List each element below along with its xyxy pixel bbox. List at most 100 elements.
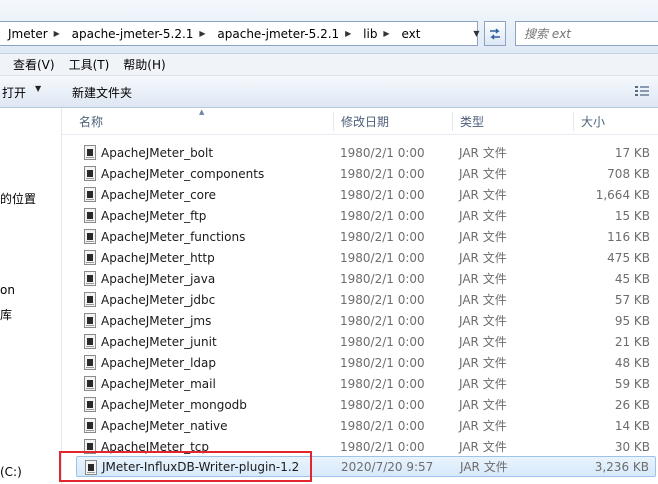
file-type: JAR 文件 bbox=[459, 272, 507, 286]
file-row[interactable]: ApacheJMeter_junit 1980/2/1 0:00 JAR 文件 … bbox=[76, 331, 656, 352]
file-size: 475 KB bbox=[607, 250, 650, 265]
column-header-type[interactable]: 类型 bbox=[453, 108, 574, 135]
file-type: JAR 文件 bbox=[459, 398, 507, 412]
open-button[interactable]: 打开 bbox=[2, 84, 26, 101]
file-name: ApacheJMeter_http bbox=[101, 250, 215, 265]
file-date: 1980/2/1 0:00 bbox=[340, 439, 425, 454]
file-name: ApacheJMeter_ldap bbox=[101, 355, 216, 370]
file-type: JAR 文件 bbox=[459, 440, 507, 454]
breadcrumb-lib[interactable]: lib bbox=[355, 22, 379, 45]
file-list: ApacheJMeter_bolt 1980/2/1 0:00 JAR 文件 1… bbox=[62, 136, 658, 484]
file-name: ApacheJMeter_bolt bbox=[101, 145, 214, 160]
breadcrumb-apache-jmeter-outer[interactable]: apache-jmeter-5.2.1 bbox=[64, 22, 196, 45]
nav-item-partial[interactable]: on bbox=[0, 283, 15, 297]
jar-file-icon bbox=[84, 292, 96, 307]
file-row[interactable]: ApacheJMeter_native 1980/2/1 0:00 JAR 文件… bbox=[76, 415, 656, 436]
refresh-button[interactable] bbox=[484, 21, 506, 46]
file-type: JAR 文件 bbox=[459, 356, 507, 370]
file-name: ApacheJMeter_tcp bbox=[101, 439, 209, 454]
navigation-pane: 的位置 on 库 (C:) bbox=[0, 108, 62, 484]
file-row[interactable]: ApacheJMeter_jdbc 1980/2/1 0:00 JAR 文件 5… bbox=[76, 289, 656, 310]
file-size: 21 KB bbox=[614, 334, 650, 349]
menu-view[interactable]: 查看(V) bbox=[0, 56, 62, 73]
file-row[interactable]: ApacheJMeter_components 1980/2/1 0:00 JA… bbox=[76, 163, 656, 184]
file-size: 15 KB bbox=[614, 208, 650, 223]
file-row[interactable]: ApacheJMeter_functions 1980/2/1 0:00 JAR… bbox=[76, 226, 656, 247]
file-row[interactable]: ApacheJMeter_java 1980/2/1 0:00 JAR 文件 4… bbox=[76, 268, 656, 289]
file-date: 1980/2/1 0:00 bbox=[340, 376, 425, 391]
file-row[interactable]: ApacheJMeter_ftp 1980/2/1 0:00 JAR 文件 15… bbox=[76, 205, 656, 226]
file-name: ApacheJMeter_jms bbox=[101, 313, 212, 328]
file-type: JAR 文件 bbox=[459, 188, 507, 202]
breadcrumb-ext[interactable]: ext bbox=[393, 22, 422, 45]
file-type: JAR 文件 bbox=[459, 209, 507, 223]
sort-ascending-icon: ▲ bbox=[199, 108, 205, 116]
menu-help[interactable]: 帮助(H) bbox=[116, 56, 172, 73]
search-input[interactable] bbox=[524, 26, 634, 41]
open-dropdown-icon[interactable]: ▼ bbox=[35, 84, 41, 93]
jar-file-icon bbox=[84, 355, 96, 370]
file-size: 26 KB bbox=[614, 397, 650, 412]
column-header-date[interactable]: 修改日期 bbox=[334, 108, 453, 135]
file-row[interactable]: ApacheJMeter_mongodb 1980/2/1 0:00 JAR 文… bbox=[76, 394, 656, 415]
column-header-type-label: 类型 bbox=[460, 114, 485, 129]
column-header-size-label: 大小 bbox=[581, 114, 606, 129]
file-date: 1980/2/1 0:00 bbox=[340, 208, 425, 223]
new-folder-button[interactable]: 新建文件夹 bbox=[72, 84, 132, 101]
file-row-selected[interactable]: JMeter-InfluxDB-Writer-plugin-1.2 2020/7… bbox=[76, 456, 656, 477]
breadcrumb-separator-icon[interactable]: ▶ bbox=[341, 22, 355, 45]
jar-file-icon bbox=[84, 334, 96, 349]
breadcrumb-separator-icon[interactable]: ▶ bbox=[50, 22, 64, 45]
column-header-size[interactable]: 大小 bbox=[574, 108, 658, 135]
file-name: ApacheJMeter_functions bbox=[101, 229, 246, 244]
file-type: JAR 文件 bbox=[459, 293, 507, 307]
breadcrumb-separator-icon[interactable]: ▶ bbox=[195, 22, 209, 45]
address-bar[interactable]: Jmeter ▶ apache-jmeter-5.2.1 ▶ apache-jm… bbox=[0, 21, 478, 46]
jar-file-icon bbox=[84, 397, 96, 412]
file-type: JAR 文件 bbox=[459, 251, 507, 265]
file-size: 57 KB bbox=[614, 292, 650, 307]
nav-item-libraries[interactable]: 库 bbox=[0, 306, 12, 323]
file-date: 1980/2/1 0:00 bbox=[340, 313, 425, 328]
file-size: 116 KB bbox=[607, 229, 650, 244]
address-history-dropdown-icon[interactable]: ▼ bbox=[470, 21, 483, 46]
file-row[interactable]: ApacheJMeter_http 1980/2/1 0:00 JAR 文件 4… bbox=[76, 247, 656, 268]
column-header-date-label: 修改日期 bbox=[341, 114, 390, 129]
jar-file-icon bbox=[84, 376, 96, 391]
file-date: 1980/2/1 0:00 bbox=[340, 145, 425, 160]
jar-file-icon bbox=[84, 271, 96, 286]
file-type: JAR 文件 bbox=[459, 146, 507, 160]
jar-file-icon bbox=[84, 439, 96, 454]
file-name: ApacheJMeter_core bbox=[101, 187, 217, 202]
jar-file-icon bbox=[84, 418, 96, 433]
file-date: 2020/7/20 9:57 bbox=[341, 459, 434, 474]
menu-tools[interactable]: 工具(T) bbox=[62, 56, 117, 73]
file-date: 1980/2/1 0:00 bbox=[340, 418, 425, 433]
file-name: ApacheJMeter_mongodb bbox=[101, 397, 247, 412]
nav-item-recent-places[interactable]: 的位置 bbox=[0, 190, 36, 207]
breadcrumb-apache-jmeter-inner[interactable]: apache-jmeter-5.2.1 bbox=[209, 22, 341, 45]
file-date: 1980/2/1 0:00 bbox=[340, 397, 425, 412]
file-size: 48 KB bbox=[614, 355, 650, 370]
breadcrumb-separator-icon[interactable]: ▶ bbox=[379, 22, 393, 45]
column-header-name[interactable]: 名称 bbox=[62, 108, 334, 135]
file-row[interactable]: ApacheJMeter_bolt 1980/2/1 0:00 JAR 文件 1… bbox=[76, 142, 656, 163]
file-row[interactable]: ApacheJMeter_core 1980/2/1 0:00 JAR 文件 1… bbox=[76, 184, 656, 205]
file-size: 95 KB bbox=[614, 313, 650, 328]
file-name: ApacheJMeter_junit bbox=[101, 334, 217, 349]
file-size: 17 KB bbox=[614, 145, 650, 160]
breadcrumb-jmeter[interactable]: Jmeter bbox=[0, 22, 50, 45]
jar-file-icon bbox=[84, 208, 96, 223]
column-header-name-label: 名称 bbox=[79, 114, 104, 129]
file-row[interactable]: ApacheJMeter_tcp 1980/2/1 0:00 JAR 文件 30… bbox=[76, 436, 656, 457]
file-row[interactable]: ApacheJMeter_jms 1980/2/1 0:00 JAR 文件 95… bbox=[76, 310, 656, 331]
file-row[interactable]: ApacheJMeter_mail 1980/2/1 0:00 JAR 文件 5… bbox=[76, 373, 656, 394]
jar-file-icon bbox=[84, 166, 96, 181]
file-date: 1980/2/1 0:00 bbox=[340, 355, 425, 370]
file-date: 1980/2/1 0:00 bbox=[340, 166, 425, 181]
nav-item-drive-c[interactable]: (C:) bbox=[0, 465, 22, 479]
file-date: 1980/2/1 0:00 bbox=[340, 187, 425, 202]
search-box[interactable] bbox=[515, 21, 658, 46]
view-options-icon[interactable] bbox=[635, 85, 649, 97]
file-row[interactable]: ApacheJMeter_ldap 1980/2/1 0:00 JAR 文件 4… bbox=[76, 352, 656, 373]
